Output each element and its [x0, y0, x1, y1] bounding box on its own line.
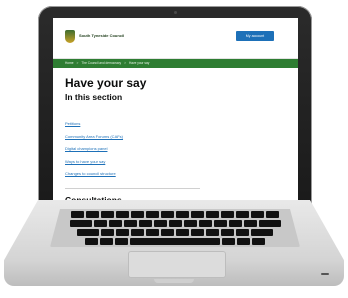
breadcrumb-bar: Home > The Council and democracy > Have … [53, 59, 298, 68]
keyboard-key[interactable] [236, 229, 249, 236]
power-indicator-light [321, 273, 329, 275]
keyboard-key[interactable] [221, 229, 234, 236]
page-title: Have your say [65, 76, 147, 90]
spacebar-key[interactable] [130, 238, 220, 245]
keyboard-key[interactable] [115, 238, 128, 245]
keyboard-key[interactable] [116, 211, 129, 218]
keyboard-key[interactable] [108, 220, 122, 227]
list-item: Ways to have your say [65, 150, 123, 164]
keyboard-key[interactable] [221, 211, 234, 218]
keyboard-row [50, 211, 300, 218]
keyboard-key[interactable] [101, 229, 114, 236]
laptop-lid: South Tyneside Council My account Home >… [38, 6, 312, 208]
keyboard-key[interactable] [131, 211, 144, 218]
list-item: Petitions [65, 112, 123, 126]
keyboard-key[interactable] [191, 211, 204, 218]
keyboard-key[interactable] [206, 229, 219, 236]
keyboard-key[interactable] [243, 220, 257, 227]
keyboard-key[interactable] [198, 220, 212, 227]
keyboard-row [50, 229, 300, 236]
keyboard-key[interactable] [123, 220, 137, 227]
section-heading: In this section [65, 92, 123, 102]
keyboard-row [50, 238, 300, 245]
keyboard-key[interactable] [266, 211, 279, 218]
keyboard-key[interactable] [252, 238, 265, 245]
keyboard-key[interactable] [176, 211, 189, 218]
list-item: Changes to council structure [65, 162, 123, 176]
keyboard-key[interactable] [168, 220, 182, 227]
keyboard-key[interactable] [183, 220, 197, 227]
keyboard-key[interactable] [222, 238, 235, 245]
keyboard-key[interactable] [146, 211, 159, 218]
keyboard-key[interactable] [206, 211, 219, 218]
laptop-base [4, 200, 344, 286]
keyboard-key[interactable] [236, 211, 249, 218]
breadcrumb-separator: > [124, 61, 126, 65]
breadcrumb-item-council[interactable]: The Council and democracy [81, 61, 121, 65]
keyboard-key[interactable] [153, 220, 167, 227]
council-crest-icon[interactable] [65, 30, 75, 43]
list-item: Community Area Forums (CAFs) [65, 125, 123, 139]
keyboard-key[interactable] [93, 220, 107, 227]
breadcrumb-item-home[interactable]: Home [65, 61, 74, 65]
keyboard-key[interactable] [69, 220, 92, 227]
webcam [174, 11, 177, 14]
laptop-screen: South Tyneside Council My account Home >… [53, 18, 298, 204]
keyboard [50, 209, 300, 247]
keyboard-key[interactable] [228, 220, 242, 227]
keyboard-key[interactable] [161, 211, 174, 218]
section-divider [65, 188, 200, 189]
keyboard-key[interactable] [77, 229, 99, 236]
keyboard-key[interactable] [146, 229, 159, 236]
keyboard-key[interactable] [191, 229, 204, 236]
keyboard-key[interactable] [161, 229, 174, 236]
breadcrumb-separator: > [76, 61, 79, 65]
keyboard-key[interactable] [213, 220, 227, 227]
keyboard-key[interactable] [101, 211, 114, 218]
keyboard-key[interactable] [138, 220, 152, 227]
council-logo-text[interactable]: South Tyneside Council [79, 33, 124, 38]
keyboard-key[interactable] [116, 229, 129, 236]
keyboard-key[interactable] [85, 238, 98, 245]
keyboard-key[interactable] [258, 220, 281, 227]
keyboard-key[interactable] [86, 211, 99, 218]
keyboard-key[interactable] [131, 229, 144, 236]
site-header: South Tyneside Council My account [53, 18, 298, 59]
breadcrumb-item-current: Have your say [128, 61, 150, 65]
my-account-button[interactable]: My account [236, 31, 274, 41]
keyboard-key[interactable] [71, 211, 84, 218]
keyboard-key[interactable] [251, 211, 264, 218]
section-link-list: Petitions Community Area Forums (CAFs) D… [65, 112, 123, 176]
trackpad[interactable] [128, 251, 226, 278]
keyboard-key[interactable] [176, 229, 189, 236]
breadcrumb: Home > The Council and democracy > Have … [65, 61, 149, 65]
keyboard-key[interactable] [100, 238, 113, 245]
keyboard-key[interactable] [237, 238, 250, 245]
keyboard-key[interactable] [251, 229, 273, 236]
link-changes-to-council-structure[interactable]: Changes to council structure [65, 171, 116, 176]
lid-notch [154, 279, 194, 283]
keyboard-row [50, 220, 300, 227]
